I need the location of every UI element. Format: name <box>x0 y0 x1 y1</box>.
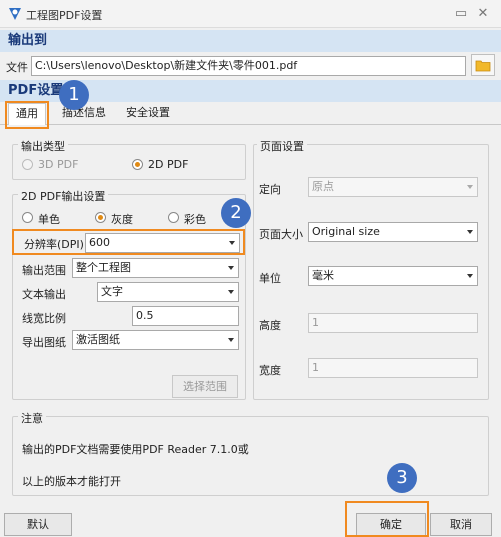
tab-security[interactable]: 安全设置 <box>120 103 176 125</box>
help-icon[interactable]: ▭ <box>452 5 470 23</box>
pdf2d-legend: 2D PDF输出设置 <box>18 188 109 204</box>
chevron-down-icon <box>228 266 234 270</box>
select-range-button[interactable]: 选择范围 <box>172 375 238 398</box>
radio-color[interactable] <box>168 212 179 223</box>
orientation-label: 定向 <box>259 183 281 196</box>
close-icon[interactable]: ✕ <box>474 5 492 23</box>
unit-label: 单位 <box>259 272 281 285</box>
annotation-badge-1: 1 <box>59 80 89 110</box>
output-to-header: 输出到 <box>0 30 501 52</box>
window-title: 工程图PDF设置 <box>26 9 103 22</box>
radio-mono-label: 单色 <box>38 213 60 226</box>
page-settings-legend: 页面设置 <box>257 138 307 154</box>
page-size-value: Original size <box>312 225 380 238</box>
chevron-down-icon <box>228 290 234 294</box>
annotation-badge-3: 3 <box>387 463 417 493</box>
highlight-resolution <box>12 229 245 255</box>
height-label: 高度 <box>259 319 281 332</box>
orientation-select[interactable]: 原点 <box>308 177 478 197</box>
file-path-input[interactable]: C:\Users\lenovo\Desktop\新建文件夹\零件001.pdf <box>31 56 466 76</box>
unit-value: 毫米 <box>312 269 334 282</box>
text-output-value: 文字 <box>101 285 123 298</box>
highlight-ok-button <box>345 501 429 537</box>
highlight-general-tab <box>5 101 49 129</box>
radio-3d-pdf[interactable] <box>22 159 33 170</box>
radio-2d-pdf[interactable] <box>132 159 143 170</box>
note-legend: 注意 <box>18 410 46 426</box>
width-label: 宽度 <box>259 364 281 377</box>
output-type-legend: 输出类型 <box>18 138 68 154</box>
height-input[interactable]: 1 <box>308 313 478 333</box>
cancel-button[interactable]: 取消 <box>430 513 492 536</box>
chevron-down-icon <box>467 274 473 278</box>
radio-3d-pdf-label: 3D PDF <box>38 158 79 171</box>
note-line-1: 输出的PDF文档需要使用PDF Reader 7.1.0或 <box>22 443 249 456</box>
width-input[interactable]: 1 <box>308 358 478 378</box>
export-sheet-value: 激活图纸 <box>76 333 120 346</box>
export-sheet-label: 导出图纸 <box>22 336 66 349</box>
chevron-down-icon <box>467 230 473 234</box>
range-label: 输出范围 <box>22 264 66 277</box>
page-size-select[interactable]: Original size <box>308 222 478 242</box>
title-bar: 工程图PDF设置 ▭ ✕ <box>0 0 501 28</box>
radio-mono[interactable] <box>22 212 33 223</box>
export-sheet-select[interactable]: 激活图纸 <box>72 330 239 350</box>
orientation-value: 原点 <box>312 180 334 193</box>
note-line-2: 以上的版本才能打开 <box>22 475 121 488</box>
radio-color-label: 彩色 <box>184 213 206 226</box>
text-output-select[interactable]: 文字 <box>97 282 239 302</box>
range-value: 整个工程图 <box>76 261 131 274</box>
linewidth-label: 线宽比例 <box>22 312 66 325</box>
annotation-badge-2: 2 <box>221 198 251 228</box>
file-label: 文件 <box>6 61 28 74</box>
linewidth-input[interactable]: 0.5 <box>132 306 239 326</box>
chevron-down-icon <box>228 338 234 342</box>
page-size-label: 页面大小 <box>259 228 303 241</box>
app-icon <box>9 8 21 20</box>
radio-gray-label: 灰度 <box>111 213 133 226</box>
radio-2d-pdf-label: 2D PDF <box>148 158 189 171</box>
browse-folder-button[interactable] <box>471 54 495 76</box>
folder-icon <box>475 60 491 72</box>
radio-gray[interactable] <box>95 212 106 223</box>
chevron-down-icon <box>467 185 473 189</box>
text-output-label: 文本输出 <box>22 288 66 301</box>
unit-select[interactable]: 毫米 <box>308 266 478 286</box>
default-button[interactable]: 默认 <box>4 513 72 536</box>
range-select[interactable]: 整个工程图 <box>72 258 239 278</box>
